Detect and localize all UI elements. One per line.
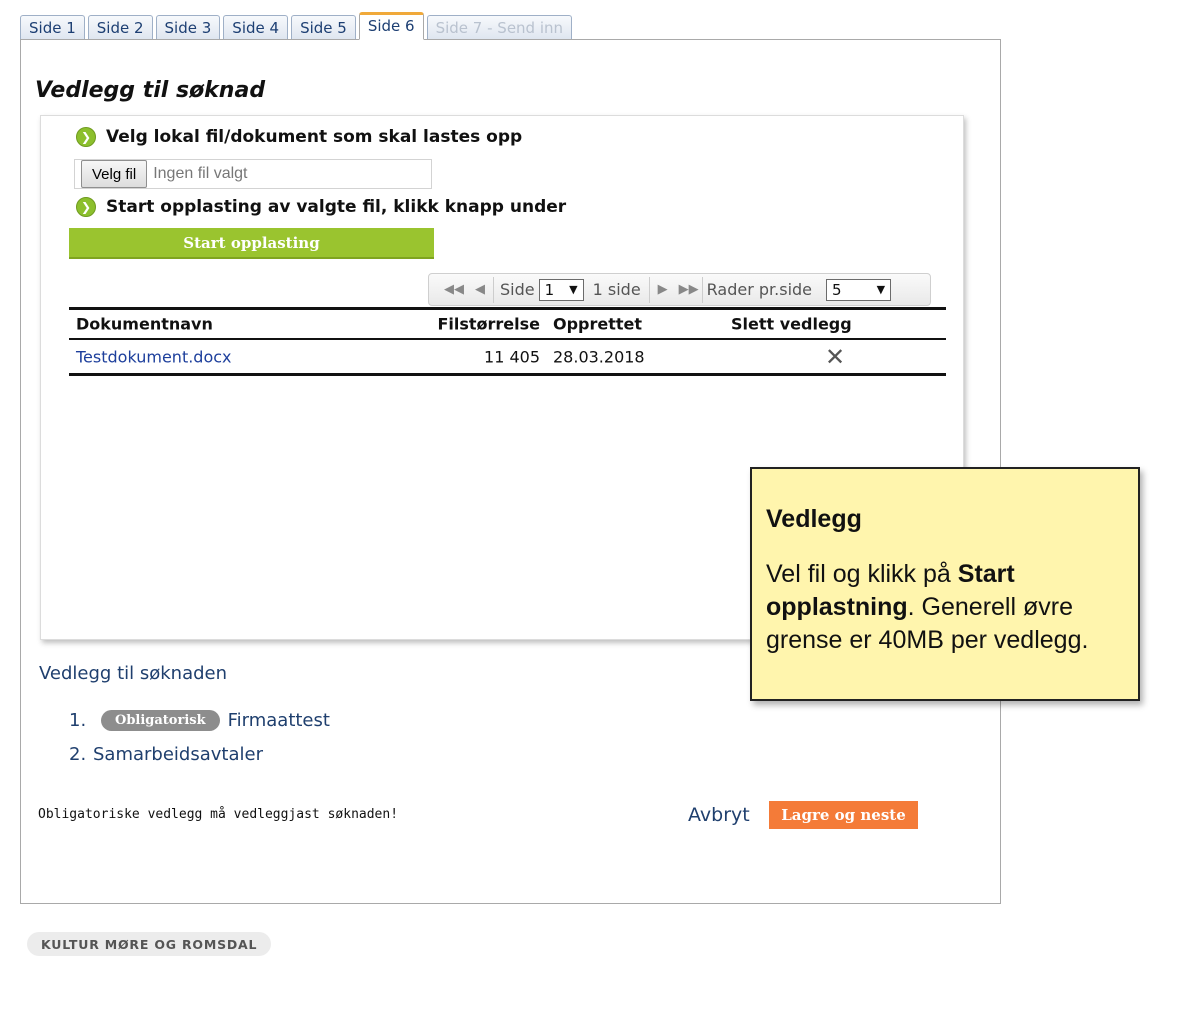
pager-page-label: Side xyxy=(500,280,535,299)
document-link[interactable]: Testdokument.docx xyxy=(76,347,232,366)
org-badge: KULTUR MØRE OG ROMSDAL xyxy=(27,932,272,956)
pager-separator xyxy=(493,276,494,303)
header-opprettet: Opprettet xyxy=(553,314,643,334)
save-and-next-button[interactable]: Lagre og neste xyxy=(769,801,918,829)
double-right-arrow-icon[interactable]: ▶▶ xyxy=(676,277,702,303)
list-item: 1. Obligatorisk Firmaattest xyxy=(69,703,330,737)
pager-separator xyxy=(701,276,703,303)
choose-file-button[interactable]: Velg fil xyxy=(81,160,148,188)
table-row: Testdokument.docx 11 405 28.03.2018 ✕ xyxy=(69,340,946,376)
required-badge: Obligatorisk xyxy=(101,709,220,731)
upload-step-1: ❯ Velg lokal fil/dokument som skal laste… xyxy=(76,127,522,147)
document-size: 11 405 xyxy=(484,347,540,366)
file-input[interactable]: Velg fil Ingen fil valgt xyxy=(74,159,432,189)
attachments-table: Dokumentnavn Filstørrelse Opprettet Slet… xyxy=(69,307,946,376)
no-file-text: Ingen fil valgt xyxy=(153,165,248,182)
tab-side-2[interactable]: Side 2 xyxy=(87,15,153,39)
page-title: Vedlegg til søknad xyxy=(35,78,266,103)
table-header: Dokumentnavn Filstørrelse Opprettet Slet… xyxy=(69,307,946,340)
chevron-down-icon: ▼ xyxy=(569,283,578,296)
pager-page-count: 1 side xyxy=(592,280,641,299)
header-dokumentnavn: Dokumentnavn xyxy=(76,314,213,334)
rows-per-page-label: Rader pr.side xyxy=(706,280,813,299)
required-attachments-list: 1. Obligatorisk Firmaattest 2. Samarbeid… xyxy=(69,703,330,771)
tooltip-body: Vel fil og klikk på Start opplastning. G… xyxy=(766,558,1126,657)
tab-side-3[interactable]: Side 3 xyxy=(155,15,221,39)
document-created: 28.03.2018 xyxy=(553,347,645,366)
tab-bar: Side 1 Side 2 Side 3 Side 4 Side 5 Side … xyxy=(20,12,573,40)
tooltip-text-before: Vel fil og klikk på xyxy=(766,560,958,588)
left-arrow-icon[interactable]: ◀ xyxy=(467,277,493,303)
tooltip-title: Vedlegg xyxy=(766,505,862,533)
rows-per-page-select[interactable]: 5 ▼ xyxy=(826,278,892,301)
list-item-number: 2. xyxy=(69,743,87,765)
upload-step-2-label: Start opplasting av valgte fil, klikk kn… xyxy=(106,197,567,217)
green-chevron-circle-icon: ❯ xyxy=(76,197,96,217)
double-left-arrow-icon[interactable]: ◀◀ xyxy=(441,277,467,303)
tab-side-7-send-inn: Side 7 - Send inn xyxy=(426,15,573,39)
rows-per-page-value: 5 xyxy=(832,280,842,299)
tab-side-1[interactable]: Side 1 xyxy=(20,15,85,39)
list-item: 2. Samarbeidsavtaler xyxy=(69,737,330,771)
header-filstorrelse: Filstørrelse xyxy=(437,314,540,334)
list-item-number: 1. xyxy=(69,709,87,731)
right-arrow-icon[interactable]: ▶ xyxy=(650,277,676,303)
cancel-link[interactable]: Avbryt xyxy=(688,804,750,826)
start-upload-button[interactable]: Start opplasting xyxy=(69,228,434,259)
page-select[interactable]: 1 ▼ xyxy=(538,278,584,301)
tab-side-5[interactable]: Side 5 xyxy=(291,15,356,39)
green-chevron-circle-icon: ❯ xyxy=(76,127,96,147)
attachments-title: Vedlegg til søknaden xyxy=(39,663,228,684)
close-icon[interactable]: ✕ xyxy=(825,343,845,371)
upload-step-1-label: Velg lokal fil/dokument som skal lastes … xyxy=(106,127,523,147)
attachment-samarbeidsavtaler[interactable]: Samarbeidsavtaler xyxy=(93,744,263,765)
help-tooltip: Vedlegg Vel fil og klikk på Start opplas… xyxy=(750,467,1140,701)
chevron-down-icon: ▼ xyxy=(876,283,886,296)
pager: ◀◀ ◀ Side 1 ▼ 1 side ▶ ▶▶ Rader pr.side … xyxy=(428,273,931,306)
attachment-firmaattest[interactable]: Firmaattest xyxy=(228,710,330,731)
upload-step-2: ❯ Start opplasting av valgte fil, klikk … xyxy=(76,197,566,217)
required-notice: Obligatoriske vedlegg må vedleggjast søk… xyxy=(38,807,399,822)
tab-side-6[interactable]: Side 6 xyxy=(358,12,424,40)
header-slett-vedlegg: Slett vedlegg xyxy=(731,314,852,334)
tab-side-4[interactable]: Side 4 xyxy=(223,15,289,39)
page-select-value: 1 xyxy=(544,280,555,299)
